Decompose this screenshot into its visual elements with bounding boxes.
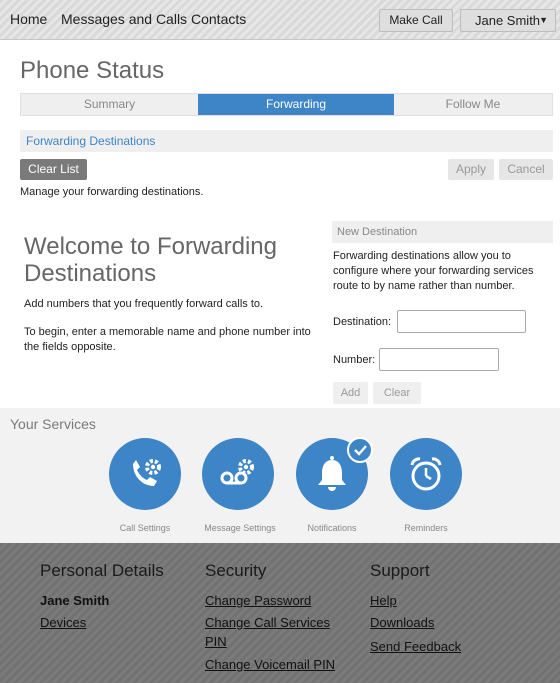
change-call-services-pin-link[interactable]: Change Call Services	[205, 615, 330, 630]
clear-list-button[interactable]: Clear List	[20, 159, 87, 180]
change-password-link[interactable]: Change Password	[205, 593, 311, 608]
reminders-label: Reminders	[404, 523, 448, 533]
apply-button[interactable]: Apply	[448, 159, 494, 180]
chevron-down-icon: ▼	[539, 15, 548, 25]
page-title: Phone Status	[20, 57, 165, 84]
user-menu-dropdown[interactable]: Jane Smith ▼	[460, 9, 556, 32]
nav-contacts-link[interactable]: Contacts	[191, 11, 246, 27]
nav-messages-and-calls-link[interactable]: Messages and Calls	[61, 11, 187, 27]
message-settings-label: Message Settings	[204, 523, 276, 533]
tab-forwarding[interactable]: Forwarding	[198, 94, 394, 115]
number-input[interactable]	[379, 348, 499, 371]
footer: Personal Details Jane Smith Devices Secu…	[0, 543, 560, 683]
make-call-button[interactable]: Make Call	[379, 9, 453, 32]
message-settings-icon	[220, 459, 254, 485]
footer-user-name: Jane Smith	[40, 593, 110, 608]
add-button[interactable]: Add	[333, 382, 368, 404]
notifications-label: Notifications	[307, 523, 357, 533]
call-settings-label: Call Settings	[119, 523, 171, 533]
downloads-link[interactable]: Downloads	[370, 615, 434, 630]
alarm-clock-icon	[410, 457, 442, 491]
top-navigation-bar: Home Messages and Calls Contacts Make Ca…	[0, 0, 560, 40]
change-voicemail-pin-link[interactable]: Change Voicemail PIN	[205, 657, 335, 672]
forwarding-destinations-header: Forwarding Destinations	[20, 130, 553, 152]
call-settings-icon	[133, 459, 161, 486]
new-destination-header: New Destination	[332, 221, 553, 243]
destination-input[interactable]	[397, 310, 526, 333]
welcome-instructions-2: To begin, enter a memorable name and pho…	[24, 326, 311, 353]
send-feedback-link[interactable]: Send Feedback	[370, 639, 461, 654]
your-services-heading: Your Services	[10, 416, 96, 432]
change-call-services-pin-link-cont[interactable]: PIN	[205, 634, 227, 649]
support-heading: Support	[370, 561, 430, 580]
manage-destinations-text: Manage your forwarding destinations.	[20, 186, 204, 198]
security-heading: Security	[205, 561, 267, 580]
tab-summary[interactable]: Summary	[21, 94, 198, 115]
call-settings-button[interactable]	[109, 438, 181, 510]
welcome-heading: Welcome to Forwarding Destinations	[24, 233, 277, 287]
user-name: Jane Smith	[475, 13, 541, 28]
devices-link[interactable]: Devices	[40, 615, 86, 630]
welcome-instructions-1: Add numbers that you frequently forward …	[24, 298, 264, 310]
your-services-panel: Your Services Call Settings Message Sett…	[0, 408, 560, 543]
reminders-button[interactable]	[390, 438, 462, 510]
clear-button[interactable]: Clear	[373, 382, 421, 404]
nav-home-link[interactable]: Home	[10, 11, 47, 27]
message-settings-button[interactable]	[202, 438, 274, 510]
tab-bar: Summary Forwarding Follow Me	[20, 93, 553, 116]
new-destination-description: Forwarding destinations allow you to con…	[333, 250, 534, 292]
checkmark-badge-icon	[347, 437, 373, 463]
destination-label: Destination:	[333, 316, 392, 328]
number-label: Number:	[333, 354, 376, 366]
tab-follow-me[interactable]: Follow Me	[394, 94, 552, 115]
help-link[interactable]: Help	[370, 593, 397, 608]
cancel-button[interactable]: Cancel	[499, 159, 553, 180]
personal-details-heading: Personal Details	[40, 561, 164, 580]
